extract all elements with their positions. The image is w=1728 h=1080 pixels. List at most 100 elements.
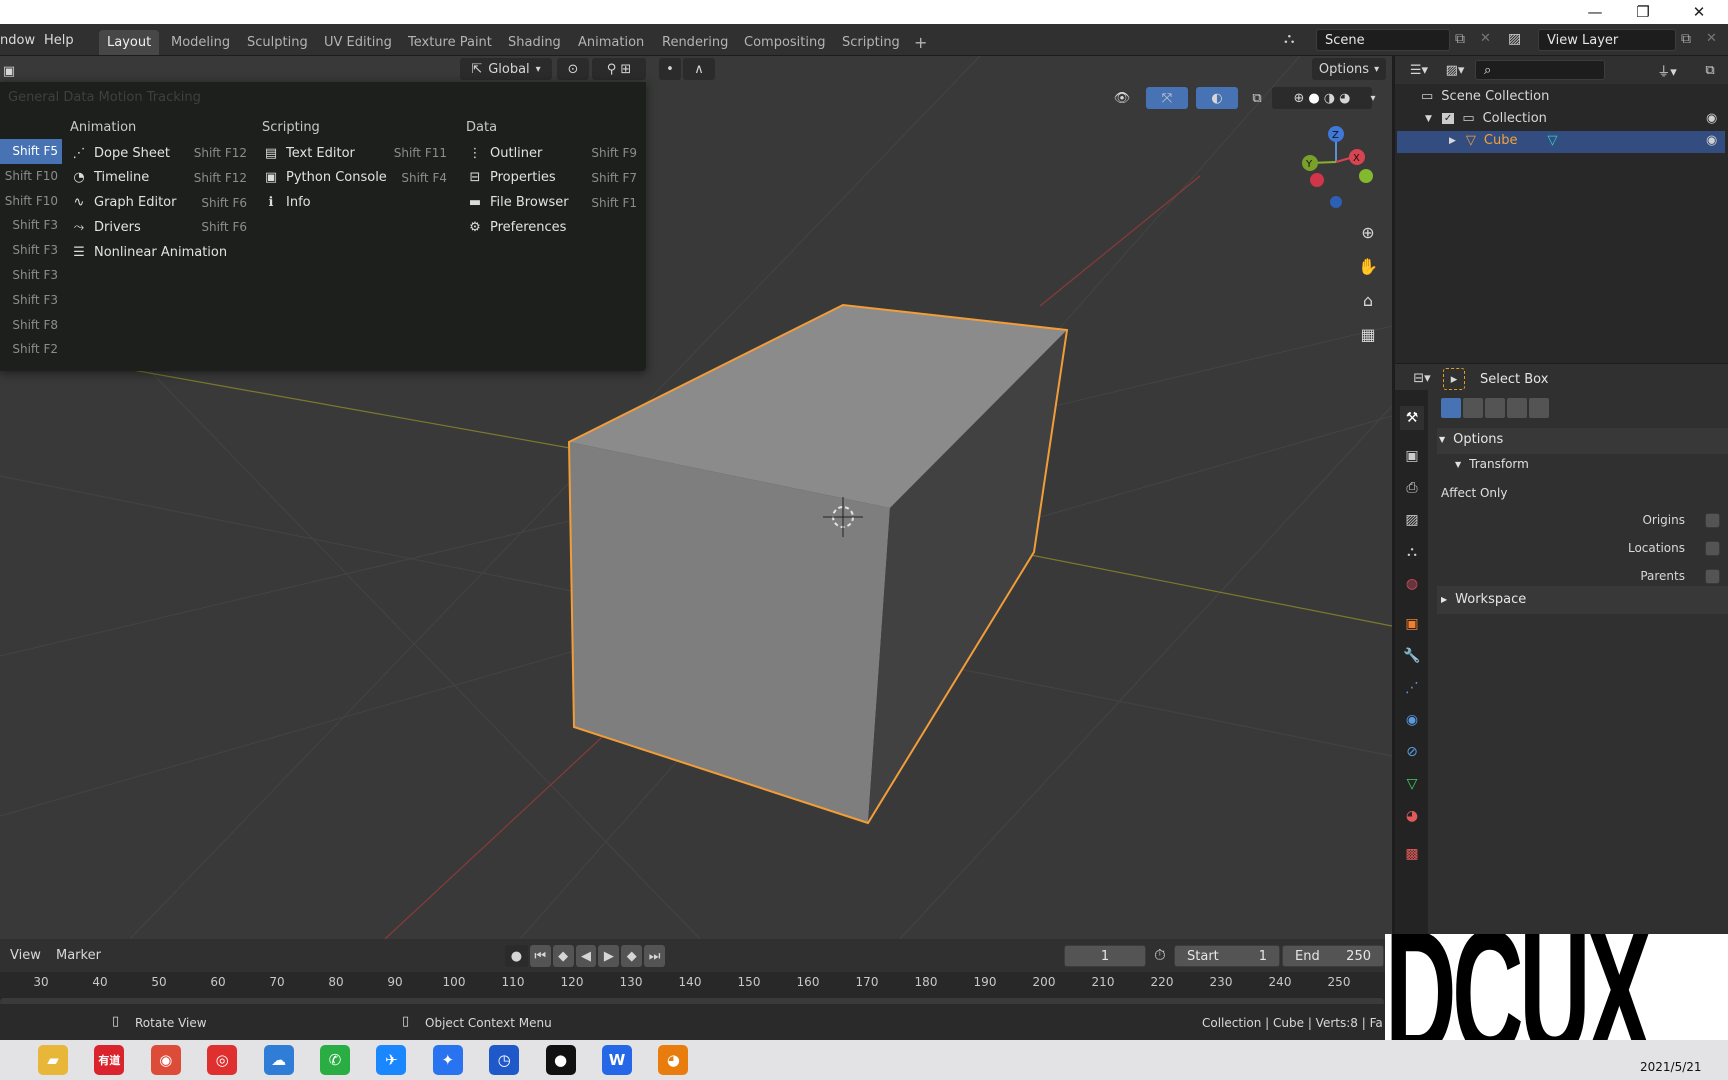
xray-toggle[interactable]: ⧉ bbox=[1246, 87, 1268, 109]
data-tab-icon[interactable]: ▽ bbox=[1400, 772, 1424, 796]
outliner-row-collection[interactable]: ▼ ✓ ▭ Collection bbox=[1425, 111, 1547, 126]
snap-toggle[interactable]: ⚲ ⊞ bbox=[592, 58, 646, 80]
locations-checkbox[interactable] bbox=[1705, 541, 1720, 556]
render-tab-icon[interactable]: ▣ bbox=[1400, 444, 1424, 468]
tool-tab-icon[interactable]: ⚒ bbox=[1400, 406, 1424, 430]
select-box-tool-icon[interactable]: ▸ bbox=[1443, 368, 1465, 390]
stopwatch-icon[interactable]: ⏱ bbox=[1154, 946, 1166, 964]
menu-item-preferences[interactable]: ⚙ Preferences bbox=[466, 216, 635, 238]
material-tab-icon[interactable]: ◕ bbox=[1400, 804, 1424, 828]
jump-keyframe-back-icon[interactable]: ◆ bbox=[552, 945, 574, 967]
play-icon[interactable]: ▶ bbox=[598, 945, 620, 967]
visibility-eye-icon[interactable]: ◉ bbox=[1706, 111, 1717, 126]
close-button[interactable]: ✕ bbox=[1676, 0, 1722, 24]
menu-help[interactable]: Help bbox=[44, 33, 74, 48]
remove-scene-icon[interactable]: ✕ bbox=[1480, 31, 1491, 46]
tab-shading[interactable]: Shading bbox=[500, 30, 569, 55]
pivot-point-button[interactable]: ⊙ bbox=[557, 58, 589, 80]
tab-uv-editing[interactable]: UV Editing bbox=[316, 30, 400, 55]
jump-end-icon[interactable]: ⏭ bbox=[644, 945, 666, 967]
dingtalk-icon[interactable]: ✈ bbox=[376, 1045, 407, 1075]
feishu-icon[interactable]: ✦ bbox=[432, 1045, 463, 1075]
add-workspace-button[interactable]: + bbox=[906, 30, 935, 55]
new-scene-icon[interactable]: ⧉ bbox=[1455, 31, 1465, 47]
modifier-tab-icon[interactable]: 🔧 bbox=[1400, 644, 1424, 668]
navigation-gizmo[interactable]: Z X Y bbox=[1290, 122, 1390, 222]
particles-tab-icon[interactable]: ⋰ bbox=[1400, 676, 1424, 700]
world-tab-icon[interactable]: ◍ bbox=[1400, 572, 1424, 596]
chrome-icon[interactable]: ◉ bbox=[150, 1045, 181, 1075]
jump-start-icon[interactable]: ⏮ bbox=[529, 945, 551, 967]
wps-icon[interactable]: W bbox=[602, 1045, 632, 1075]
restore-button[interactable]: ❐ bbox=[1620, 0, 1666, 24]
origins-checkbox[interactable] bbox=[1705, 513, 1720, 528]
record-icon[interactable]: ● bbox=[505, 945, 528, 967]
outliner-row-scene-collection[interactable]: ▭ Scene Collection bbox=[1421, 89, 1549, 104]
scene-field[interactable]: Scene bbox=[1316, 29, 1450, 51]
new-view-layer-icon[interactable]: ⧉ bbox=[1681, 31, 1691, 47]
chevron-down-icon[interactable]: ▾ bbox=[1366, 87, 1380, 109]
filter-icon[interactable]: ⏚▾ bbox=[1651, 59, 1683, 81]
end-frame-field[interactable]: End 250 bbox=[1282, 945, 1384, 967]
tab-scripting[interactable]: Scripting bbox=[834, 30, 908, 55]
tab-layout[interactable]: Layout bbox=[99, 30, 160, 55]
minimize-button[interactable]: — bbox=[1572, 0, 1618, 24]
wechat-icon[interactable]: ✆ bbox=[320, 1045, 350, 1075]
transform-subpanel-title[interactable]: ▼ Transform bbox=[1455, 457, 1529, 471]
menu-item-nonlinear-animation[interactable]: ☰ Nonlinear Animation bbox=[70, 241, 245, 263]
baidu-netdisk-icon[interactable]: ☁ bbox=[263, 1045, 294, 1075]
tab-animation[interactable]: Animation bbox=[570, 30, 652, 55]
playback-controls[interactable]: ● ⏮ ◆ ◀ ▶ ◆ ⏭ bbox=[505, 945, 666, 967]
falloff-dropdown[interactable]: ∧ bbox=[683, 58, 715, 80]
start-frame-field[interactable]: Start 1 bbox=[1174, 945, 1280, 967]
overlays-toggle[interactable]: ◐ bbox=[1196, 87, 1238, 109]
recorder-icon[interactable]: ● bbox=[545, 1045, 576, 1075]
object-tab-icon[interactable]: ▣ bbox=[1400, 612, 1424, 636]
transform-orientation-dropdown[interactable]: ⇱ Global ▾ bbox=[460, 58, 552, 80]
tab-sculpting[interactable]: Sculpting bbox=[239, 30, 316, 55]
editor-type-button[interactable]: ▣ bbox=[2, 60, 16, 82]
scene-selector-icon[interactable]: ⛬ bbox=[1284, 29, 1312, 51]
outliner-row-cube[interactable] bbox=[1397, 131, 1725, 153]
file-explorer-icon[interactable]: ▰ bbox=[38, 1045, 68, 1075]
youdao-icon[interactable]: 有道 bbox=[94, 1045, 125, 1075]
clock-app-icon[interactable]: ◷ bbox=[489, 1045, 520, 1075]
tab-compositing[interactable]: Compositing bbox=[736, 30, 834, 55]
view-layer-field[interactable]: View Layer bbox=[1538, 29, 1676, 51]
display-mode-icon[interactable]: ☰▾ bbox=[1403, 59, 1435, 81]
selection-mode-buttons[interactable] bbox=[1441, 398, 1549, 418]
texture-tab-icon[interactable]: ▩ bbox=[1400, 842, 1424, 866]
properties-editor-icon[interactable]: ⊟▾ bbox=[1407, 367, 1437, 389]
menu-window[interactable]: ndow bbox=[0, 33, 35, 48]
options-dropdown[interactable]: Options ▾ bbox=[1312, 58, 1386, 80]
remove-view-layer-icon[interactable]: ✕ bbox=[1706, 31, 1717, 46]
parents-checkbox[interactable] bbox=[1705, 569, 1720, 584]
timeline-menu-view[interactable]: View bbox=[10, 948, 41, 963]
scene-tab-icon[interactable]: ⛬ bbox=[1400, 540, 1424, 564]
new-collection-icon[interactable]: ⧉ bbox=[1698, 59, 1722, 81]
filter-mode-icon[interactable]: ▨▾ bbox=[1439, 59, 1471, 81]
play-reverse-icon[interactable]: ◀ bbox=[575, 945, 597, 967]
checkbox-checked-icon[interactable]: ✓ bbox=[1441, 113, 1455, 124]
shading-mode-buttons[interactable]: ⊕ ● ◑ ◕ bbox=[1272, 87, 1372, 109]
tab-modeling[interactable]: Modeling bbox=[163, 30, 238, 55]
physics-tab-icon[interactable]: ◉ bbox=[1400, 708, 1424, 732]
current-frame-field[interactable]: 1 bbox=[1064, 945, 1146, 967]
constraints-tab-icon[interactable]: ⊘ bbox=[1400, 740, 1424, 764]
outliner-search-input[interactable]: ⌕ bbox=[1475, 60, 1605, 80]
view-layer-icon[interactable]: ▨ bbox=[1508, 31, 1521, 47]
camera-view-icon[interactable]: ⌂ bbox=[1354, 286, 1382, 314]
netease-music-icon[interactable]: ◎ bbox=[207, 1045, 238, 1075]
menu-item-info[interactable]: ℹ Info bbox=[262, 192, 445, 214]
output-tab-icon[interactable]: ⎙ bbox=[1400, 476, 1424, 500]
view-layer-tab-icon[interactable]: ▨ bbox=[1400, 508, 1424, 532]
proportional-edit-toggle[interactable]: • bbox=[659, 58, 681, 80]
tab-texture-paint[interactable]: Texture Paint bbox=[400, 30, 500, 55]
timeline-menu-marker[interactable]: Marker bbox=[56, 948, 101, 963]
jump-keyframe-forward-icon[interactable]: ◆ bbox=[621, 945, 643, 967]
pan-hand-icon[interactable]: ✋ bbox=[1354, 252, 1382, 280]
tab-rendering[interactable]: Rendering bbox=[654, 30, 736, 55]
perspective-grid-icon[interactable]: ▦ bbox=[1354, 320, 1382, 348]
gizmo-toggle[interactable]: ⤧ bbox=[1146, 87, 1188, 109]
visibility-eye-icon[interactable]: ◉ bbox=[1706, 133, 1717, 148]
